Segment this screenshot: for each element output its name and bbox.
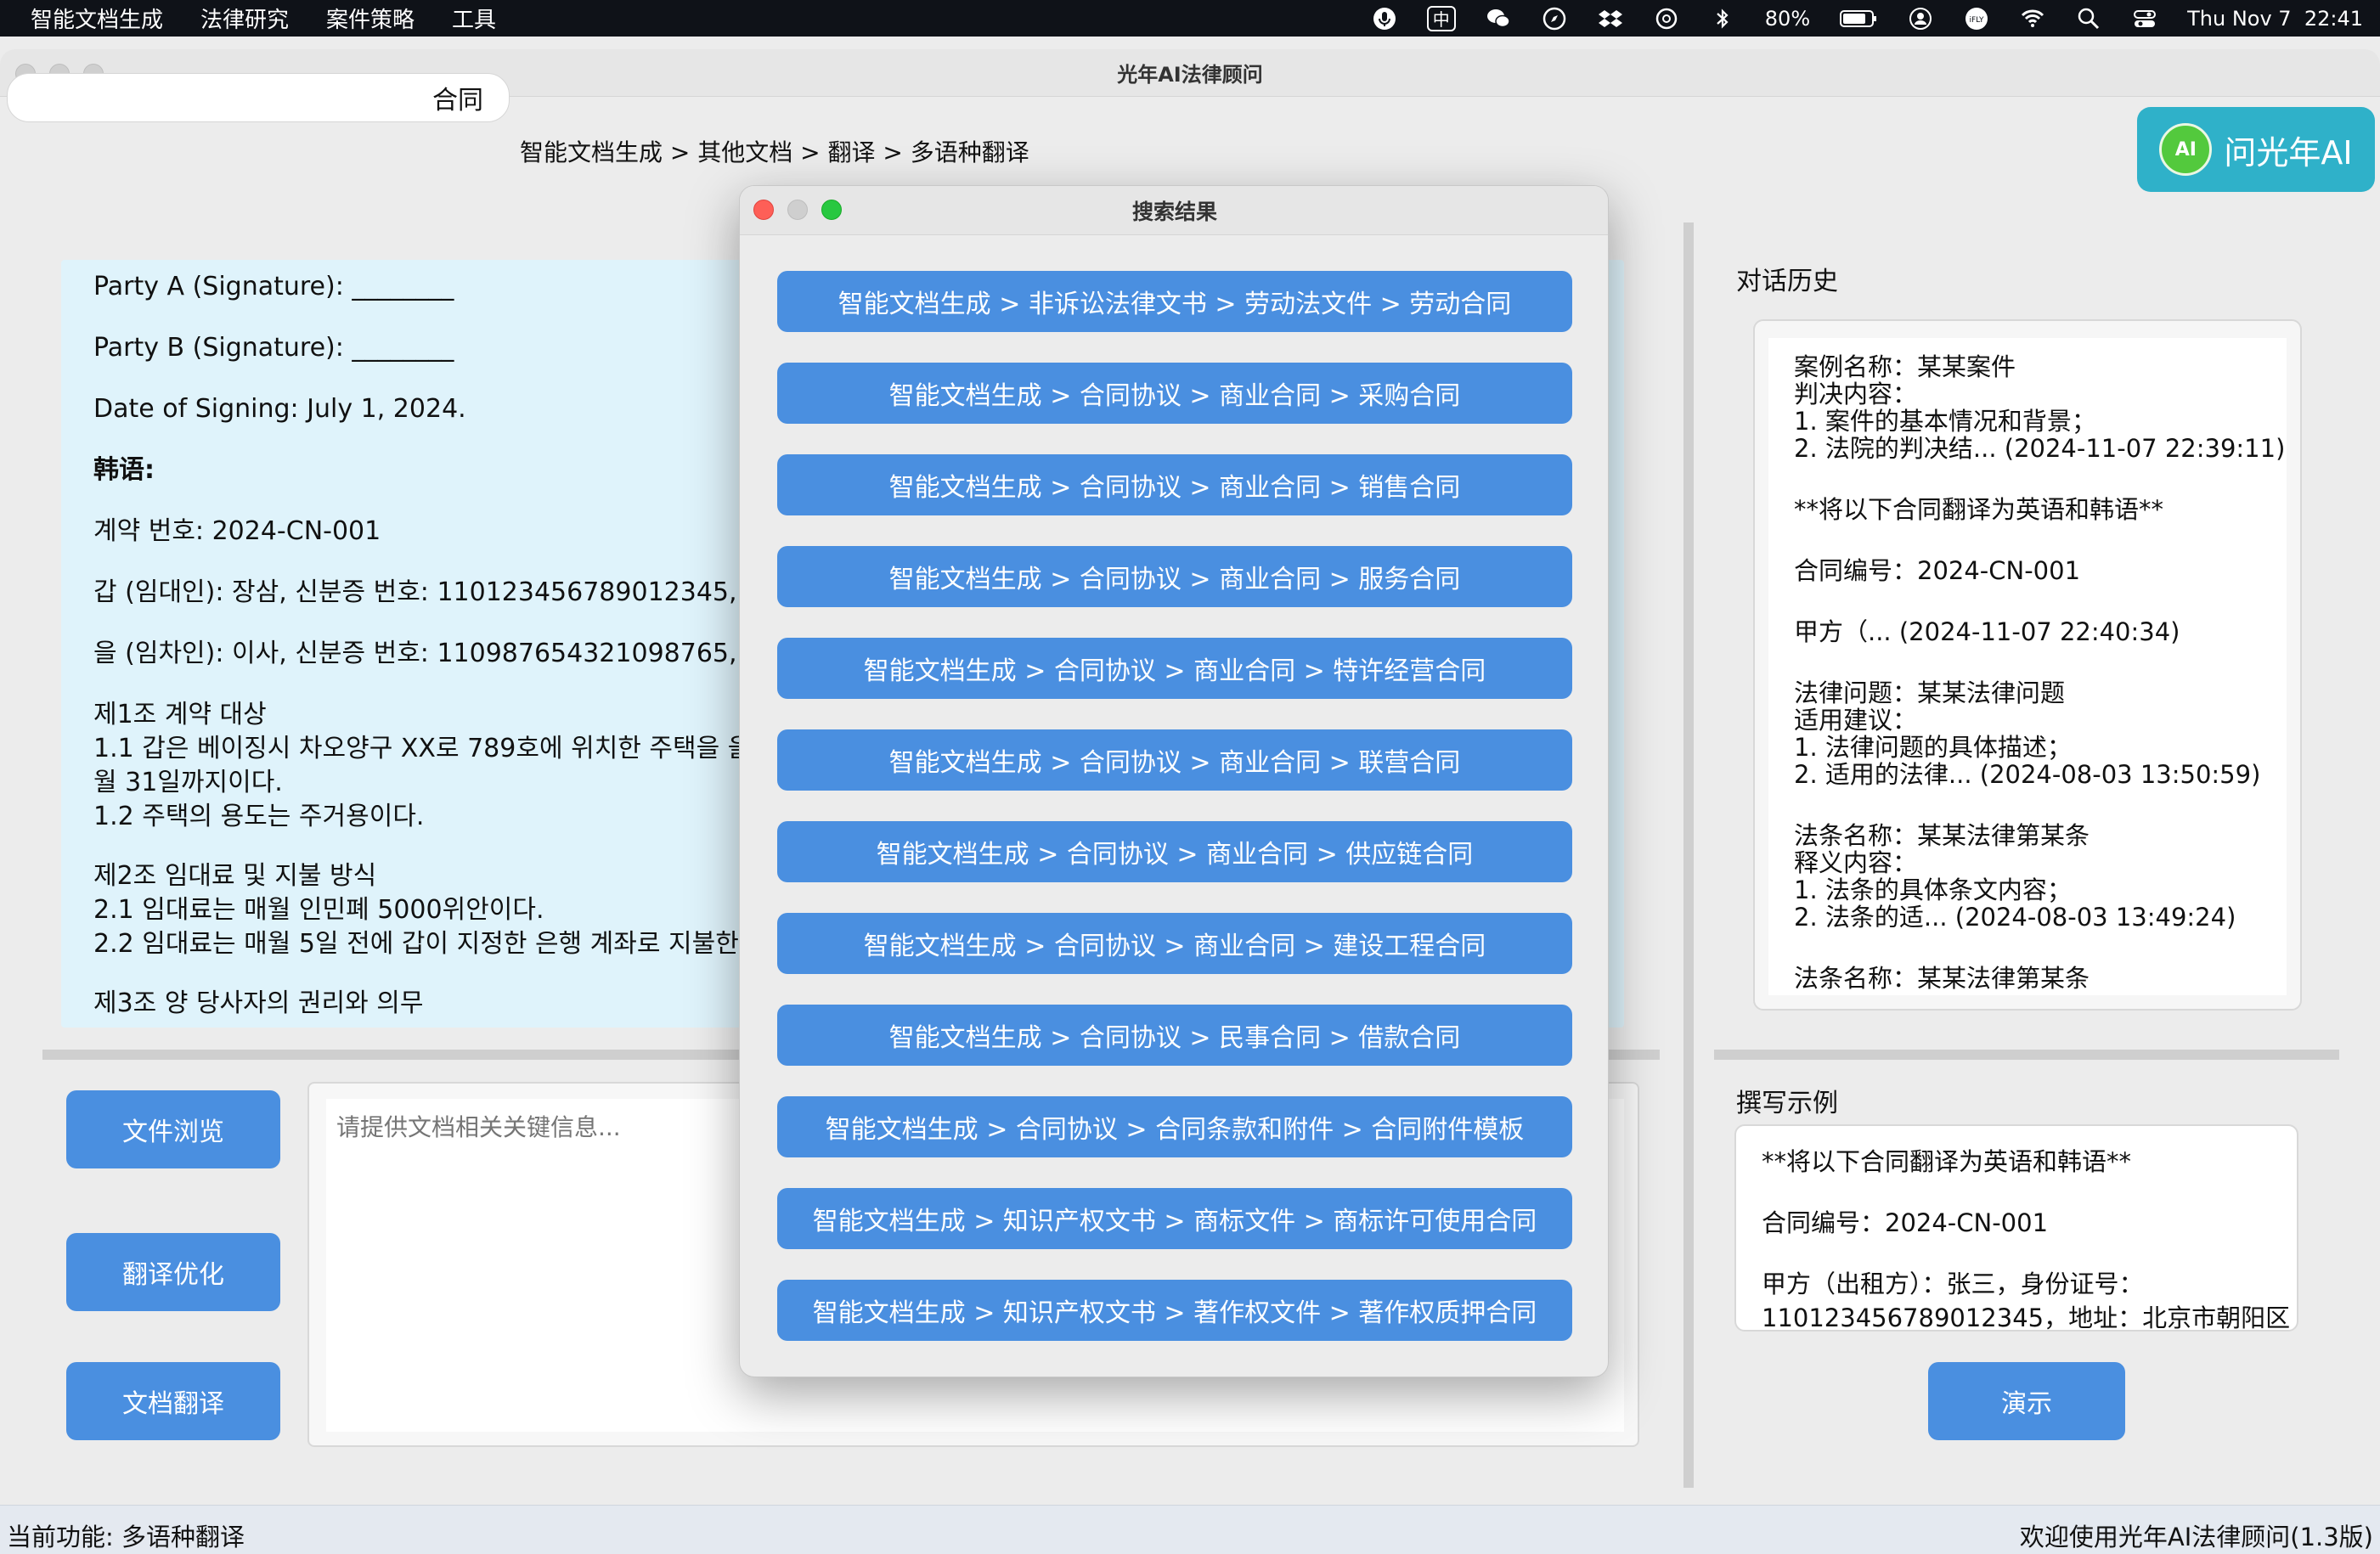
history-entry[interactable]: 法条名称：某某法律第某条	[1794, 965, 2287, 992]
status-current-function: 当前功能: 多语种翻译	[7, 1523, 245, 1551]
search-result-item[interactable]: 智能文档生成 > 合同协议 > 商业合同 > 特许经营合同	[777, 638, 1572, 699]
ifly-icon[interactable]: iFLY	[1963, 5, 1990, 32]
search-result-item[interactable]: 智能文档生成 > 合同协议 > 商业合同 > 采购合同	[777, 363, 1572, 424]
search-result-item[interactable]: 智能文档生成 > 合同协议 > 商业合同 > 建设工程合同	[777, 913, 1572, 974]
bluetooth-icon[interactable]	[1709, 5, 1736, 32]
wechat-icon[interactable]	[1485, 5, 1512, 32]
search-result-item[interactable]: 智能文档生成 > 知识产权文书 > 商标文件 > 商标许可使用合同	[777, 1188, 1572, 1249]
user-account-icon[interactable]	[1907, 5, 1934, 32]
control-center-icon[interactable]	[2131, 5, 2158, 32]
history-entry[interactable]: 合同编号：2024-CN-001	[1794, 557, 2287, 584]
history-panel: 案例名称：某某案件 判决内容： 1. 案件的基本情况和背景； 2. 法院的判决结…	[1753, 319, 2302, 1011]
right-splitter[interactable]	[1714, 1050, 2339, 1060]
battery-percent: 80%	[1764, 6, 1811, 31]
zoom-icon[interactable]	[821, 200, 842, 220]
document-translate-button[interactable]: 文档翻译	[66, 1362, 280, 1440]
openai-icon[interactable]	[1653, 5, 1680, 32]
demo-button[interactable]: 演示	[1928, 1362, 2125, 1440]
file-browse-button[interactable]: 文件浏览	[66, 1090, 280, 1168]
menu-bar: 智能文档生成 法律研究 案件策略 工具 中 80% iFLY Thu Nov 7…	[0, 0, 2380, 37]
dialog-window-controls	[753, 200, 842, 220]
history-title: 对话历史	[1736, 267, 1838, 296]
close-icon[interactable]	[753, 200, 774, 220]
example-title: 撰写示例	[1736, 1089, 1838, 1118]
search-result-item[interactable]: 智能文档生成 > 合同协议 > 商业合同 > 服务合同	[777, 546, 1572, 607]
dropbox-icon[interactable]	[1597, 5, 1624, 32]
menu-item-document-generation[interactable]: 智能文档生成	[31, 3, 163, 34]
example-panel[interactable]: **将以下合同翻译为英语和韩语** 合同编号：2024-CN-001 甲方（出租…	[1734, 1124, 2298, 1332]
search-result-item[interactable]: 智能文档生成 > 合同协议 > 商业合同 > 联营合同	[777, 729, 1572, 791]
history-entry[interactable]: 法律问题：某某法律问题 适用建议： 1. 法律问题的具体描述； 2. 适用的法律…	[1794, 679, 2287, 788]
history-entry[interactable]: 甲方（... (2024-11-07 22:40:34)	[1794, 618, 2287, 645]
menu-item-case-strategy[interactable]: 案件策略	[326, 3, 415, 34]
search-icon[interactable]	[2075, 5, 2102, 32]
dialog-titlebar: 搜索结果	[740, 186, 1608, 235]
menu-item-legal-research[interactable]: 法律研究	[200, 3, 289, 34]
search-result-item[interactable]: 智能文档生成 > 合同协议 > 民事合同 > 借款合同	[777, 1005, 1572, 1066]
lightbulb-ai-icon: AI	[2159, 123, 2213, 176]
history-entry[interactable]: 法条名称：某某法律第某条 释义内容： 1. 法条的具体条文内容； 2. 法条的适…	[1794, 822, 2287, 931]
status-bar: 当前功能: 多语种翻译 欢迎使用光年AI法律顾问(1.3版)	[0, 1505, 2380, 1554]
dialog-title: 搜索结果	[1131, 199, 1217, 224]
input-method-icon[interactable]: 中	[1426, 5, 1456, 31]
ask-ai-button[interactable]: AI 问光年AI	[2137, 107, 2375, 192]
minimize-icon[interactable]	[787, 200, 808, 220]
history-entry[interactable]: **将以下合同翻译为英语和韩语**	[1794, 496, 2287, 523]
ask-ai-label: 问光年AI	[2224, 133, 2353, 172]
menu-item-tools[interactable]: 工具	[452, 3, 496, 34]
search-input[interactable]	[7, 73, 510, 122]
wifi-icon[interactable]	[2019, 5, 2046, 32]
search-result-item[interactable]: 智能文档生成 > 合同协议 > 商业合同 > 销售合同	[777, 454, 1572, 515]
history-list[interactable]: 案例名称：某某案件 判决内容： 1. 案件的基本情况和背景； 2. 法院的判决结…	[1768, 338, 2287, 995]
svg-text:iFLY: iFLY	[1970, 16, 1984, 25]
center-splitter[interactable]	[1683, 222, 1694, 1488]
search-result-item[interactable]: 智能文档生成 > 非诉讼法律文书 > 劳动法文件 > 劳动合同	[777, 271, 1572, 332]
search-result-list: 智能文档生成 > 非诉讼法律文书 > 劳动法文件 > 劳动合同 智能文档生成 >…	[777, 271, 1572, 1371]
window-title: 光年AI法律顾问	[1117, 63, 1263, 87]
breadcrumb: 智能文档生成 > 其他文档 > 翻译 > 多语种翻译	[520, 138, 1029, 166]
status-welcome: 欢迎使用光年AI法律顾问(1.3版)	[2019, 1523, 2373, 1551]
compass-icon[interactable]	[1541, 5, 1568, 32]
search-results-dialog: 搜索结果 智能文档生成 > 非诉讼法律文书 > 劳动法文件 > 劳动合同 智能文…	[739, 185, 1609, 1377]
battery-icon[interactable]	[1839, 5, 1878, 32]
history-entry[interactable]: 案例名称：某某案件 判决内容： 1. 案件的基本情况和背景； 2. 法院的判决结…	[1794, 353, 2287, 462]
microphone-icon[interactable]	[1371, 5, 1398, 32]
menu-clock: Thu Nov 7 22:41	[2187, 6, 2363, 31]
search-result-item[interactable]: 智能文档生成 > 合同协议 > 合同条款和附件 > 合同附件模板	[777, 1096, 1572, 1157]
search-result-item[interactable]: 智能文档生成 > 知识产权文书 > 著作权文件 > 著作权质押合同	[777, 1280, 1572, 1341]
translation-optimize-button[interactable]: 翻译优化	[66, 1233, 280, 1311]
search-result-item[interactable]: 智能文档生成 > 合同协议 > 商业合同 > 供应链合同	[777, 821, 1572, 882]
